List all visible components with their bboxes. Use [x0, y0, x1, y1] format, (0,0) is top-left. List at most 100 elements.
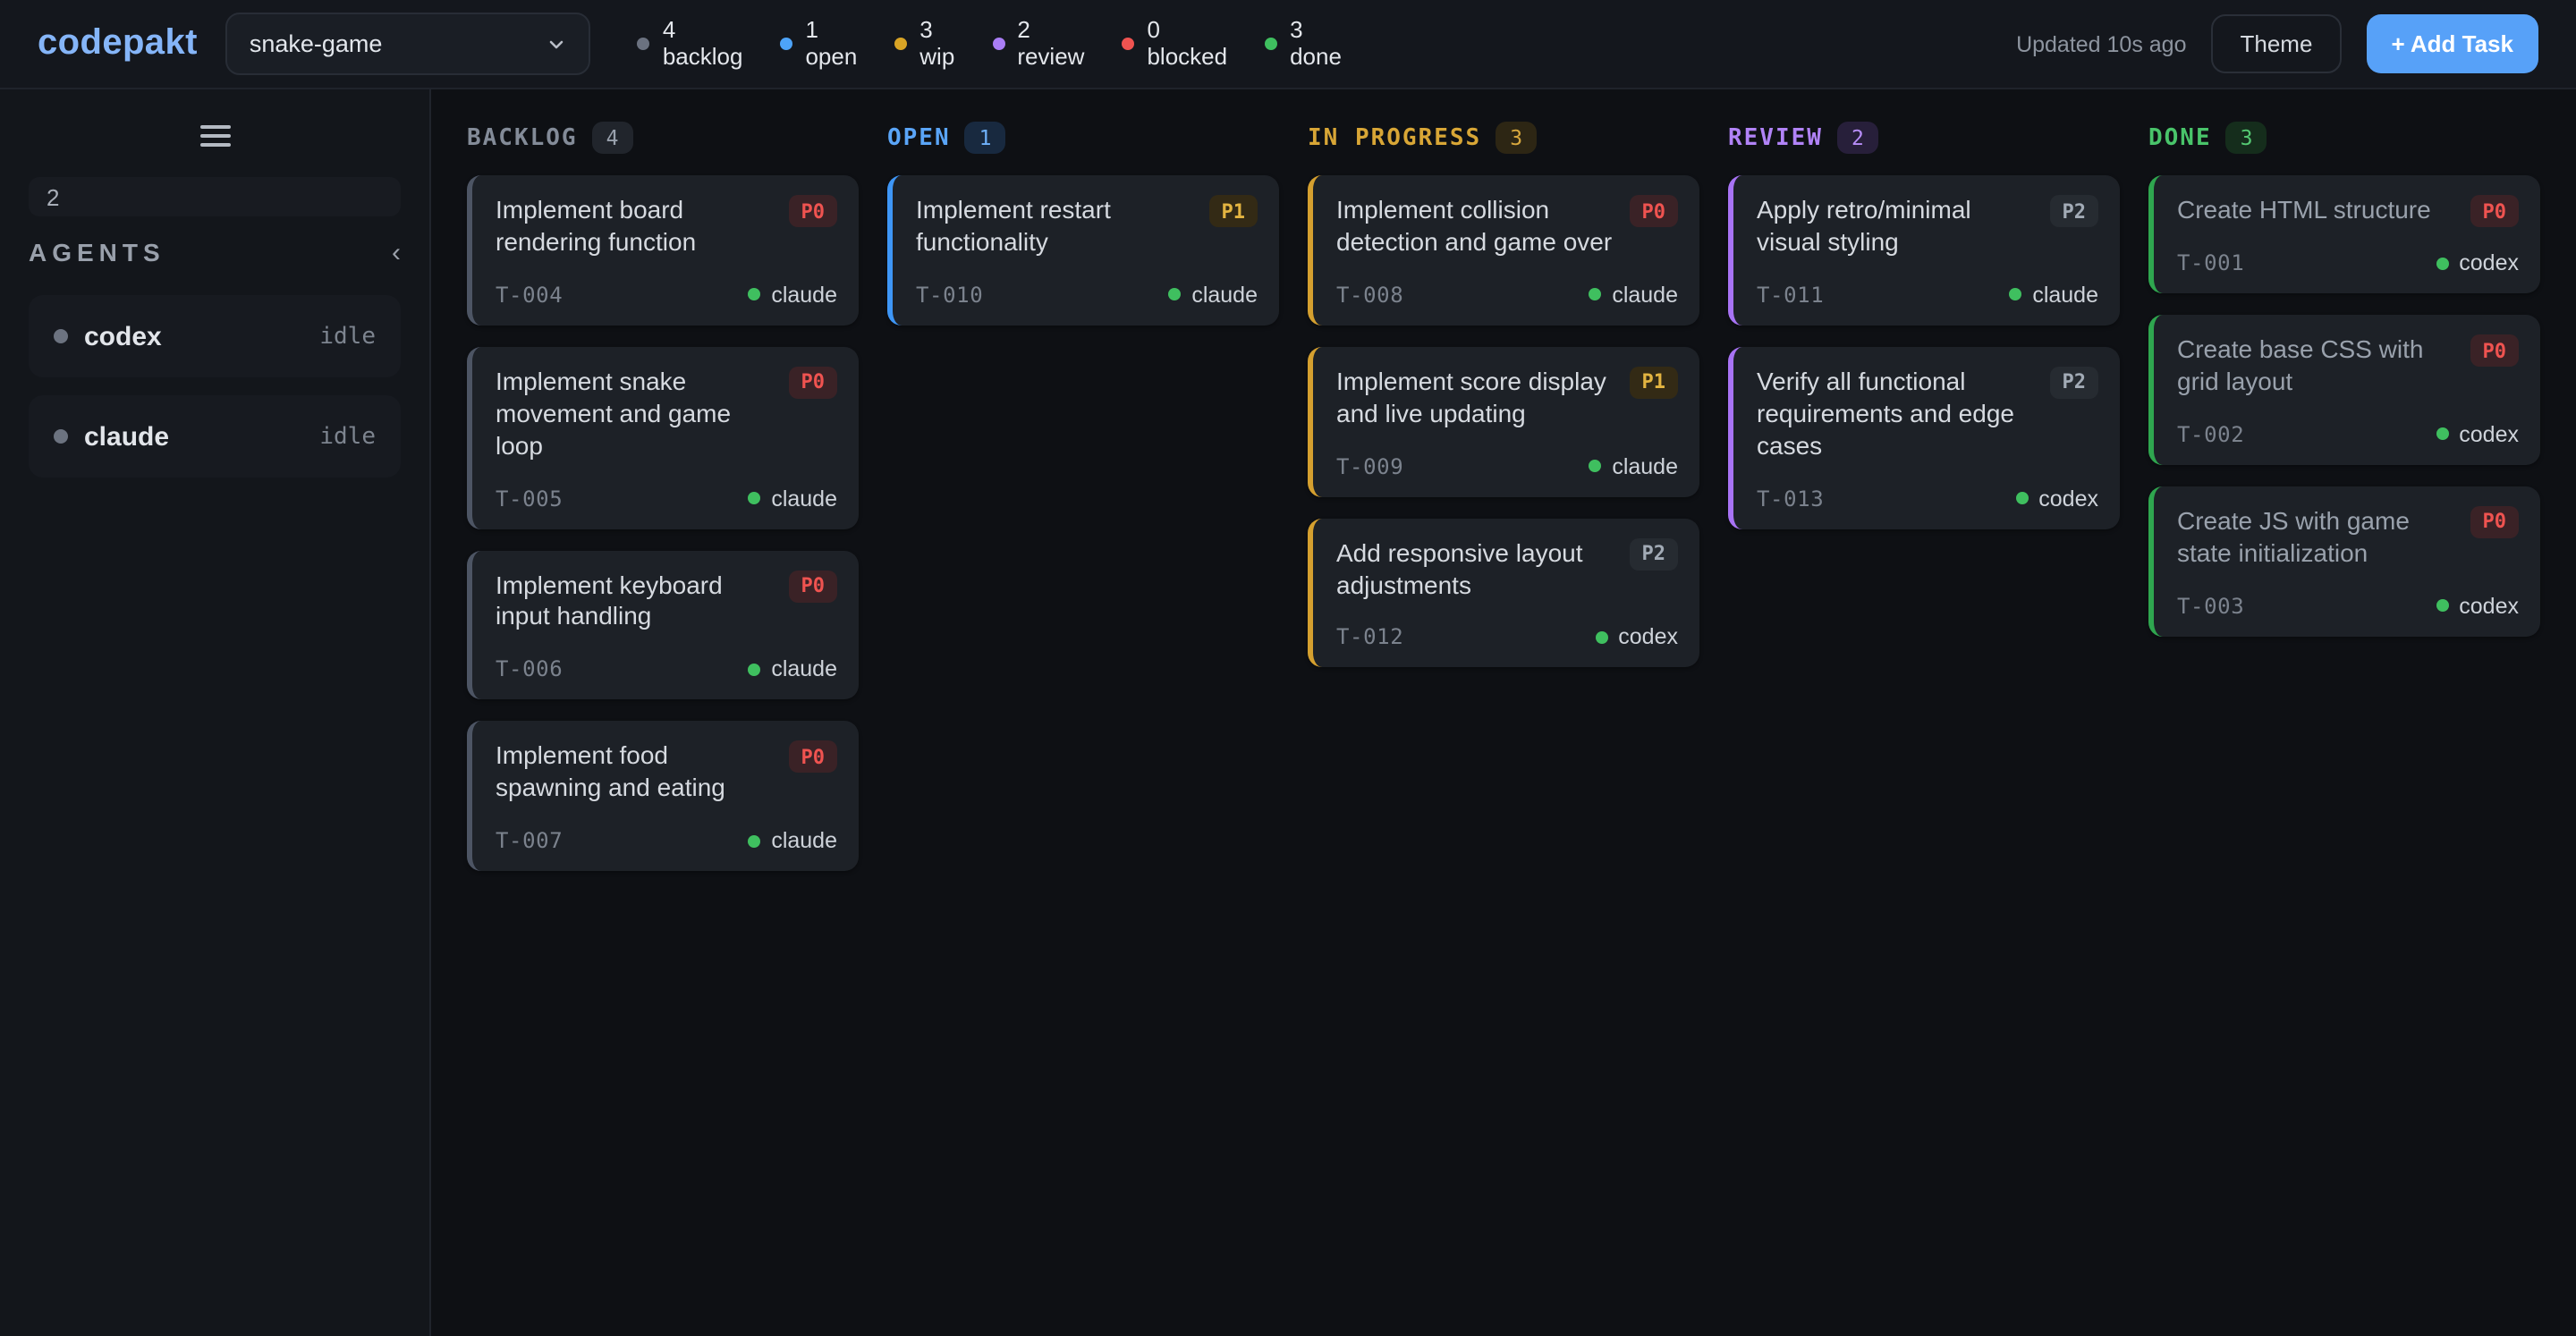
task-card[interactable]: Implement restart functionality P1 T-010…: [887, 175, 1279, 326]
sidebar: 2 AGENTS ‹ codex idle claude idle: [0, 89, 431, 1336]
task-assignee: claude: [748, 486, 837, 511]
theme-button[interactable]: Theme: [2212, 14, 2342, 73]
stat-label: done: [1290, 44, 1342, 70]
priority-badge: P1: [1209, 195, 1258, 227]
header-right: Updated 10s ago Theme + Add Task: [2016, 14, 2538, 73]
column-cards: Implement board rendering function P0 T-…: [467, 175, 859, 871]
column-header: OPEN 1: [887, 122, 1279, 154]
task-title: Implement board rendering function: [496, 195, 775, 259]
column-header: REVIEW 2: [1728, 122, 2120, 154]
task-id: T-002: [2177, 422, 2244, 447]
project-select-value: snake-game: [250, 30, 383, 57]
task-card[interactable]: Implement board rendering function P0 T-…: [467, 175, 859, 326]
task-assignee: claude: [748, 657, 837, 682]
column-title: BACKLOG: [467, 124, 578, 151]
kanban-board: BACKLOG 4 Implement board rendering func…: [431, 89, 2576, 1336]
assignee-dot-icon: [2015, 492, 2028, 504]
app-root: codepakt snake-game 4 backlog 1 open 3 w…: [0, 0, 2576, 1336]
stat-label: blocked: [1147, 44, 1227, 70]
column-count-badge: 3: [1496, 122, 1537, 154]
priority-badge: P1: [1630, 367, 1679, 399]
assignee-name: codex: [2459, 593, 2519, 618]
column-title: OPEN: [887, 124, 951, 151]
task-card[interactable]: Implement keyboard input handling P0 T-0…: [467, 550, 859, 700]
agent-counter-bar[interactable]: 2: [29, 177, 401, 216]
stat-dot-icon: [1122, 38, 1134, 50]
task-card[interactable]: Implement snake movement and game loop P…: [467, 347, 859, 528]
task-card[interactable]: Implement food spawning and eating P0 T-…: [467, 722, 859, 872]
task-assignee: claude: [1589, 453, 1678, 478]
app-logo: codepakt: [38, 23, 198, 64]
assignee-dot-icon: [748, 492, 760, 504]
column-cards: Apply retro/minimal visual styling P2 T-…: [1728, 175, 2120, 528]
stat-dot-icon: [992, 38, 1004, 50]
task-title: Implement food spawning and eating: [496, 741, 775, 806]
add-task-button[interactable]: + Add Task: [2366, 14, 2538, 73]
chevron-down-icon: [547, 33, 568, 55]
column-header: BACKLOG 4: [467, 122, 859, 154]
task-id: T-011: [1757, 283, 1824, 308]
column-backlog: BACKLOG 4 Implement board rendering func…: [467, 122, 859, 871]
stat-dot-icon: [638, 38, 650, 50]
task-card[interactable]: Create HTML structure P0 T-001 codex: [2148, 175, 2540, 293]
task-assignee: claude: [1168, 283, 1258, 308]
column-cards: Implement restart functionality P1 T-010…: [887, 175, 1279, 326]
task-card[interactable]: Create base CSS with grid layout P0 T-00…: [2148, 315, 2540, 465]
column-done: DONE 3 Create HTML structure P0 T-001 co…: [2148, 122, 2540, 871]
task-title: Implement collision detection and game o…: [1336, 195, 1615, 259]
stat-count: 3: [1290, 18, 1342, 44]
task-card[interactable]: Implement score display and live updatin…: [1308, 347, 1699, 497]
assignee-dot-icon: [2436, 599, 2448, 612]
task-card[interactable]: Create JS with game state initialization…: [2148, 486, 2540, 637]
task-title: Implement score display and live updatin…: [1336, 367, 1615, 431]
assignee-dot-icon: [748, 289, 760, 301]
task-title: Implement restart functionality: [916, 195, 1195, 259]
stat-dot-icon: [1265, 38, 1277, 50]
project-select[interactable]: snake-game: [226, 13, 591, 75]
collapse-chevron-icon[interactable]: ‹: [392, 239, 401, 266]
agent-list-item-codex[interactable]: codex idle: [29, 295, 401, 377]
agent-list-item-claude[interactable]: claude idle: [29, 395, 401, 478]
priority-badge: P0: [789, 570, 838, 602]
task-card[interactable]: Apply retro/minimal visual styling P2 T-…: [1728, 175, 2120, 326]
stat-count: 3: [919, 18, 954, 44]
task-card[interactable]: Add responsive layout adjustments P2 T-0…: [1308, 518, 1699, 668]
assignee-dot-icon: [1589, 289, 1601, 301]
assignee-dot-icon: [748, 834, 760, 847]
task-id: T-013: [1757, 486, 1824, 511]
agent-name: claude: [84, 421, 169, 452]
task-assignee: claude: [1589, 283, 1678, 308]
assignee-name: codex: [2459, 422, 2519, 447]
column-count-badge: 1: [965, 122, 1006, 154]
task-id: T-006: [496, 657, 563, 682]
agents-list: codex idle claude idle: [0, 295, 429, 478]
agent-status-dot-icon: [54, 329, 68, 343]
task-assignee: claude: [748, 283, 837, 308]
priority-badge: P0: [2470, 195, 2520, 227]
task-id: T-007: [496, 828, 563, 853]
task-card[interactable]: Verify all functional requirements and e…: [1728, 347, 2120, 528]
priority-badge: P0: [1630, 195, 1679, 227]
column-review: REVIEW 2 Apply retro/minimal visual styl…: [1728, 122, 2120, 871]
task-title: Implement snake movement and game loop: [496, 367, 775, 462]
priority-badge: P2: [2050, 195, 2099, 227]
task-card[interactable]: Implement collision detection and game o…: [1308, 175, 1699, 326]
task-id: T-010: [916, 283, 983, 308]
priority-badge: P0: [2470, 334, 2520, 367]
task-assignee: codex: [2436, 593, 2519, 618]
agent-name: codex: [84, 321, 162, 351]
hamburger-menu-icon[interactable]: [191, 118, 238, 154]
assignee-name: claude: [771, 657, 837, 682]
agent-status-dot-icon: [54, 429, 68, 444]
column-wip: IN PROGRESS 3 Implement collision detect…: [1308, 122, 1699, 871]
column-title: IN PROGRESS: [1308, 124, 1481, 151]
priority-badge: P2: [1630, 537, 1679, 570]
priority-badge: P2: [2050, 367, 2099, 399]
priority-badge: P0: [789, 741, 838, 774]
task-id: T-008: [1336, 283, 1403, 308]
header-stats: 4 backlog 1 open 3 wip 2 review 0 blocke…: [638, 18, 1342, 70]
stat-label: wip: [919, 44, 954, 70]
task-id: T-003: [2177, 593, 2244, 618]
task-assignee: claude: [2009, 283, 2098, 308]
assignee-name: claude: [1612, 283, 1678, 308]
